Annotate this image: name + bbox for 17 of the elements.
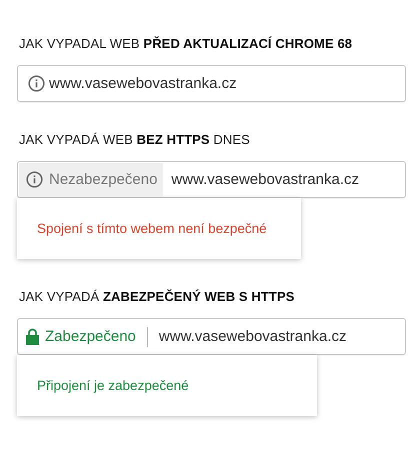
section-heading: JAK VYPADÁ ZABEZPEČENÝ WEB S HTTPS	[19, 289, 296, 304]
address-bar[interactable]: Zabezpečeno www.vasewebovastranka.cz	[17, 318, 406, 355]
section-heading: JAK VYPADAL WEB PŘED AKTUALIZACÍ CHROME 68	[19, 36, 354, 51]
security-status: Nezabezpečeno	[49, 171, 158, 188]
url-text: www.vasewebovastranka.cz	[158, 328, 346, 345]
url-text: www.vasewebovastranka.cz	[171, 171, 360, 188]
security-status[interactable]: Zabezpečeno	[45, 328, 136, 345]
info-icon	[26, 171, 43, 188]
url-text: www.vasewebovastranka.cz	[49, 75, 237, 92]
security-chip[interactable]: Nezabezpečeno	[19, 162, 164, 196]
connection-popup: Připojení je zabezpečené	[17, 355, 317, 416]
lock-icon	[26, 328, 39, 345]
section-heading: JAK VYPADÁ WEB BEZ HTTPS DNES	[19, 132, 251, 147]
info-icon	[28, 75, 45, 92]
connection-popup: Spojení s tímto webem není bezpečné	[17, 198, 301, 259]
address-bar[interactable]: Nezabezpečeno www.vasewebovastranka.cz	[17, 161, 406, 198]
address-bar[interactable]: www.vasewebovastranka.cz	[17, 65, 406, 102]
